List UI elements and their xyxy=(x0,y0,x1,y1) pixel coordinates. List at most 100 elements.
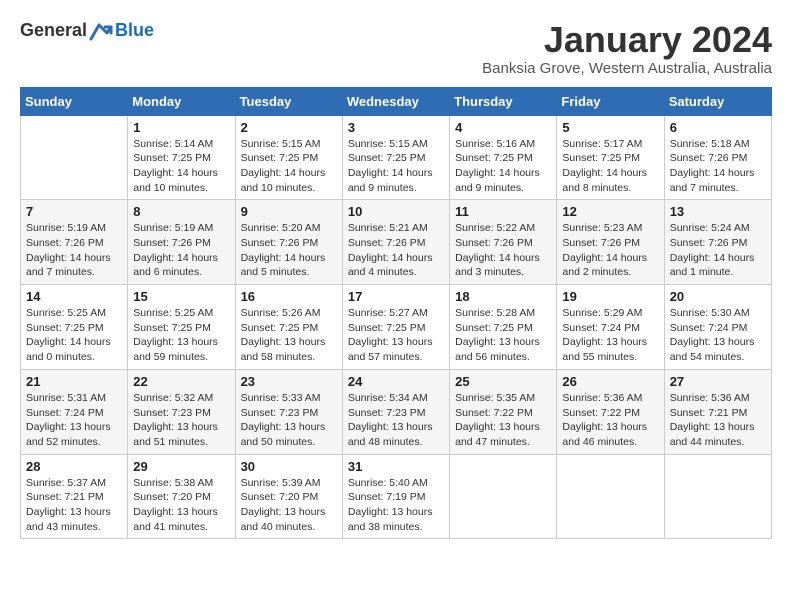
day-number: 24 xyxy=(348,374,444,389)
day-number: 13 xyxy=(670,204,766,219)
calendar-cell: 15Sunrise: 5:25 AMSunset: 7:25 PMDayligh… xyxy=(128,285,235,370)
day-number: 10 xyxy=(348,204,444,219)
day-number: 1 xyxy=(133,120,229,135)
day-number: 28 xyxy=(26,459,122,474)
month-year-title: January 2024 xyxy=(482,20,772,60)
day-info: Sunrise: 5:20 AMSunset: 7:26 PMDaylight:… xyxy=(241,221,337,280)
day-info: Sunrise: 5:18 AMSunset: 7:26 PMDaylight:… xyxy=(670,137,766,196)
calendar-header: SundayMondayTuesdayWednesdayThursdayFrid… xyxy=(21,87,772,115)
day-number: 9 xyxy=(241,204,337,219)
day-info: Sunrise: 5:15 AMSunset: 7:25 PMDaylight:… xyxy=(241,137,337,196)
calendar-cell: 26 Sunrise: 5:36 AMSunset: 7:22 PMDayligh… xyxy=(557,369,664,454)
day-info: Sunrise: 5:19 AMSunset: 7:26 PMDaylight:… xyxy=(133,221,229,280)
calendar-table: SundayMondayTuesdayWednesdayThursdayFrid… xyxy=(20,87,772,540)
calendar-cell: 27Sunrise: 5:36 AMSunset: 7:21 PMDayligh… xyxy=(664,369,771,454)
day-info: Sunrise: 5:36 AMSunset: 7:21 PMDaylight:… xyxy=(670,391,766,450)
day-info: Sunrise: 5:29 AMSunset: 7:24 PMDaylight:… xyxy=(562,306,658,365)
calendar-cell: 1 Sunrise: 5:14 AMSunset: 7:25 PMDaylight… xyxy=(128,115,235,200)
day-info: Sunrise: 5:38 AMSunset: 7:20 PMDaylight:… xyxy=(133,476,229,535)
calendar-week-row: 7Sunrise: 5:19 AMSunset: 7:26 PMDaylight… xyxy=(21,200,772,285)
day-number: 15 xyxy=(133,289,229,304)
calendar-cell: 3 Sunrise: 5:15 AMSunset: 7:25 PMDaylight… xyxy=(342,115,449,200)
calendar-cell: 2 Sunrise: 5:15 AMSunset: 7:25 PMDaylight… xyxy=(235,115,342,200)
calendar-cell: 5Sunrise: 5:17 AMSunset: 7:25 PMDaylight… xyxy=(557,115,664,200)
column-header-sunday: Sunday xyxy=(21,87,128,115)
day-info: Sunrise: 5:23 AMSunset: 7:26 PMDaylight:… xyxy=(562,221,658,280)
day-info: Sunrise: 5:39 AMSunset: 7:20 PMDaylight:… xyxy=(241,476,337,535)
day-info: Sunrise: 5:14 AMSunset: 7:25 PMDaylight:… xyxy=(133,137,229,196)
calendar-cell: 11 Sunrise: 5:22 AMSunset: 7:26 PMDayligh… xyxy=(450,200,557,285)
calendar-cell: 24 Sunrise: 5:34 AMSunset: 7:23 PMDayligh… xyxy=(342,369,449,454)
column-header-wednesday: Wednesday xyxy=(342,87,449,115)
day-number: 5 xyxy=(562,120,658,135)
day-number: 3 xyxy=(348,120,444,135)
calendar-cell: 22 Sunrise: 5:32 AMSunset: 7:23 PMDayligh… xyxy=(128,369,235,454)
logo-blue-text: Blue xyxy=(115,20,154,41)
calendar-cell: 12 Sunrise: 5:23 AMSunset: 7:26 PMDayligh… xyxy=(557,200,664,285)
day-number: 14 xyxy=(26,289,122,304)
location-subtitle: Banksia Grove, Western Australia, Austra… xyxy=(482,60,772,77)
calendar-cell: 9 Sunrise: 5:20 AMSunset: 7:26 PMDaylight… xyxy=(235,200,342,285)
calendar-week-row: 28 Sunrise: 5:37 AMSunset: 7:21 PMDayligh… xyxy=(21,454,772,539)
day-info: Sunrise: 5:21 AMSunset: 7:26 PMDaylight:… xyxy=(348,221,444,280)
day-info: Sunrise: 5:36 AMSunset: 7:22 PMDaylight:… xyxy=(562,391,658,450)
calendar-cell: 29 Sunrise: 5:38 AMSunset: 7:20 PMDayligh… xyxy=(128,454,235,539)
day-number: 11 xyxy=(455,204,551,219)
day-number: 6 xyxy=(670,120,766,135)
calendar-cell: 10 Sunrise: 5:21 AMSunset: 7:26 PMDayligh… xyxy=(342,200,449,285)
title-block: January 2024 Banksia Grove, Western Aust… xyxy=(482,20,772,77)
day-info: Sunrise: 5:32 AMSunset: 7:23 PMDaylight:… xyxy=(133,391,229,450)
day-number: 12 xyxy=(562,204,658,219)
column-header-thursday: Thursday xyxy=(450,87,557,115)
day-number: 26 xyxy=(562,374,658,389)
day-number: 16 xyxy=(241,289,337,304)
day-info: Sunrise: 5:16 AMSunset: 7:25 PMDaylight:… xyxy=(455,137,551,196)
page-header: General Blue January 2024 Banksia Grove,… xyxy=(20,20,772,77)
column-header-friday: Friday xyxy=(557,87,664,115)
day-info: Sunrise: 5:26 AMSunset: 7:25 PMDaylight:… xyxy=(241,306,337,365)
calendar-cell: 21Sunrise: 5:31 AMSunset: 7:24 PMDayligh… xyxy=(21,369,128,454)
day-info: Sunrise: 5:33 AMSunset: 7:23 PMDaylight:… xyxy=(241,391,337,450)
column-header-saturday: Saturday xyxy=(664,87,771,115)
day-info: Sunrise: 5:15 AMSunset: 7:25 PMDaylight:… xyxy=(348,137,444,196)
calendar-cell: 17Sunrise: 5:27 AMSunset: 7:25 PMDayligh… xyxy=(342,285,449,370)
day-info: Sunrise: 5:35 AMSunset: 7:22 PMDaylight:… xyxy=(455,391,551,450)
day-info: Sunrise: 5:30 AMSunset: 7:24 PMDaylight:… xyxy=(670,306,766,365)
day-info: Sunrise: 5:25 AMSunset: 7:25 PMDaylight:… xyxy=(26,306,122,365)
day-info: Sunrise: 5:24 AMSunset: 7:26 PMDaylight:… xyxy=(670,221,766,280)
day-number: 22 xyxy=(133,374,229,389)
calendar-cell xyxy=(450,454,557,539)
day-number: 20 xyxy=(670,289,766,304)
calendar-cell xyxy=(664,454,771,539)
day-number: 29 xyxy=(133,459,229,474)
day-number: 21 xyxy=(26,374,122,389)
calendar-cell: 25 Sunrise: 5:35 AMSunset: 7:22 PMDayligh… xyxy=(450,369,557,454)
day-number: 25 xyxy=(455,374,551,389)
day-number: 2 xyxy=(241,120,337,135)
calendar-cell: 23 Sunrise: 5:33 AMSunset: 7:23 PMDayligh… xyxy=(235,369,342,454)
day-number: 23 xyxy=(241,374,337,389)
day-info: Sunrise: 5:40 AMSunset: 7:19 PMDaylight:… xyxy=(348,476,444,535)
header-row: SundayMondayTuesdayWednesdayThursdayFrid… xyxy=(21,87,772,115)
day-info: Sunrise: 5:34 AMSunset: 7:23 PMDaylight:… xyxy=(348,391,444,450)
calendar-body: 1 Sunrise: 5:14 AMSunset: 7:25 PMDaylight… xyxy=(21,115,772,539)
day-info: Sunrise: 5:19 AMSunset: 7:26 PMDaylight:… xyxy=(26,221,122,280)
day-number: 19 xyxy=(562,289,658,304)
calendar-cell: 19 Sunrise: 5:29 AMSunset: 7:24 PMDayligh… xyxy=(557,285,664,370)
calendar-cell: 30 Sunrise: 5:39 AMSunset: 7:20 PMDayligh… xyxy=(235,454,342,539)
calendar-week-row: 21Sunrise: 5:31 AMSunset: 7:24 PMDayligh… xyxy=(21,369,772,454)
calendar-cell xyxy=(557,454,664,539)
calendar-cell: 16 Sunrise: 5:26 AMSunset: 7:25 PMDayligh… xyxy=(235,285,342,370)
calendar-week-row: 1 Sunrise: 5:14 AMSunset: 7:25 PMDaylight… xyxy=(21,115,772,200)
calendar-cell: 28 Sunrise: 5:37 AMSunset: 7:21 PMDayligh… xyxy=(21,454,128,539)
logo-icon xyxy=(89,21,113,41)
day-number: 4 xyxy=(455,120,551,135)
calendar-cell: 13 Sunrise: 5:24 AMSunset: 7:26 PMDayligh… xyxy=(664,200,771,285)
calendar-cell xyxy=(21,115,128,200)
day-number: 18 xyxy=(455,289,551,304)
day-info: Sunrise: 5:22 AMSunset: 7:26 PMDaylight:… xyxy=(455,221,551,280)
calendar-cell: 6 Sunrise: 5:18 AMSunset: 7:26 PMDaylight… xyxy=(664,115,771,200)
day-number: 8 xyxy=(133,204,229,219)
day-info: Sunrise: 5:37 AMSunset: 7:21 PMDaylight:… xyxy=(26,476,122,535)
day-number: 30 xyxy=(241,459,337,474)
